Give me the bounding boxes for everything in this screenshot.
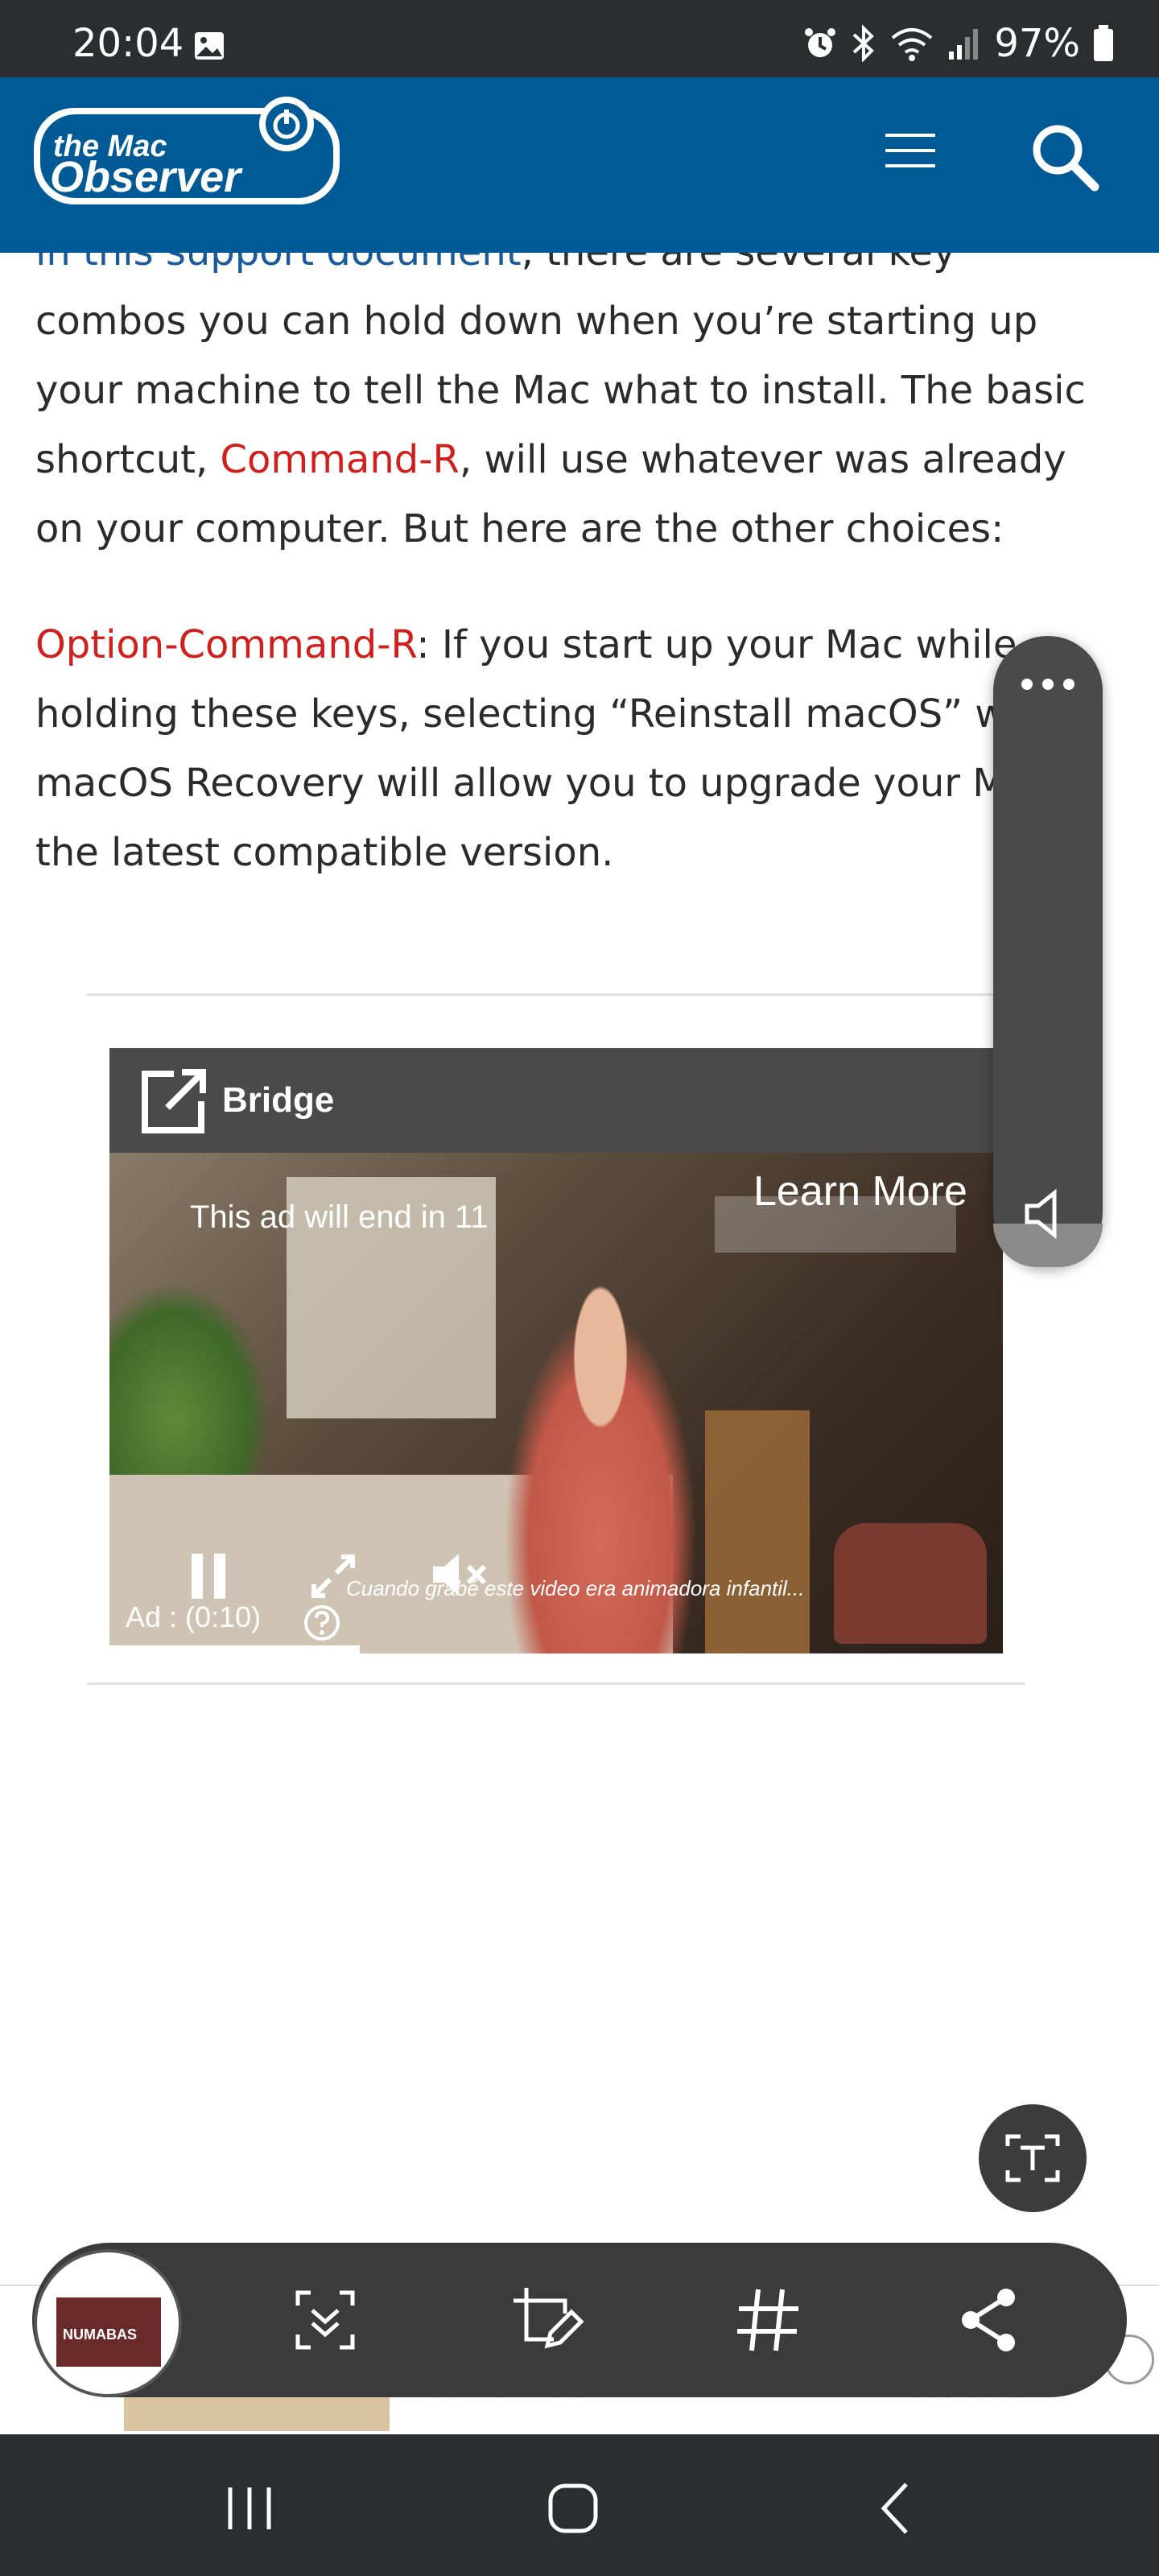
- signal-icon: [949, 29, 979, 60]
- back-icon[interactable]: [866, 2476, 930, 2541]
- home-icon[interactable]: [541, 2476, 605, 2541]
- ad-progress-bar: [109, 1645, 360, 1653]
- navigation-bar: [0, 2434, 1159, 2576]
- article-paragraph: Option-Command-R: If you start up your M…: [35, 622, 1102, 875]
- screenshot-toolbar: NUMABAS: [32, 2243, 1127, 2397]
- status-time: 20:04: [72, 21, 184, 66]
- screenshot-thumbnail[interactable]: NUMABAS: [34, 2249, 182, 2397]
- alarm-icon: [805, 28, 836, 57]
- svg-text:Observer: Observer: [50, 153, 243, 201]
- bluetooth-icon: [852, 25, 875, 62]
- floating-side-panel[interactable]: [993, 636, 1103, 1267]
- help-icon[interactable]: [303, 1604, 341, 1642]
- site-header: the Mac Observer: [0, 77, 1159, 253]
- command-r-link[interactable]: Command-R: [221, 437, 460, 482]
- ad-header: Bridge: [109, 1048, 1003, 1153]
- share-icon: [962, 2289, 1015, 2351]
- ad-top-divider: [87, 993, 1025, 996]
- video-ad[interactable]: Bridge This ad will end in 11 Learn More…: [109, 1048, 1003, 1653]
- share-button[interactable]: [950, 2281, 1027, 2359]
- option-command-r-link[interactable]: Option-Command-R: [35, 622, 416, 667]
- thumbnail-label: NUMABAS: [63, 2326, 137, 2343]
- battery-percent: 97%: [994, 21, 1080, 66]
- mute-icon[interactable]: [431, 1550, 489, 1599]
- status-indicators: 97%: [802, 21, 1114, 66]
- text-scan-icon: [1005, 2134, 1060, 2182]
- ad-bottom-divider: [87, 1682, 1025, 1685]
- ad-brand[interactable]: Bridge: [222, 1080, 334, 1121]
- extract-text-button[interactable]: [979, 2104, 1087, 2212]
- article-body: in this support document, there are seve…: [35, 217, 1114, 934]
- ad-caption: Cuando grabé este video era animadora in…: [346, 1576, 805, 1600]
- wifi-icon: [892, 28, 933, 61]
- recent-apps-icon[interactable]: [217, 2476, 282, 2541]
- volume-icon[interactable]: [1022, 1188, 1074, 1240]
- external-link-icon[interactable]: [138, 1066, 209, 1137]
- ad-countdown: This ad will end in 11: [190, 1199, 489, 1235]
- crop-edit-icon: [514, 2288, 584, 2349]
- article-paragraph: in this support document, there are seve…: [35, 217, 1114, 564]
- ad-duration: Ad : (0:10): [126, 1600, 262, 1633]
- learn-more-button[interactable]: Learn More: [753, 1167, 967, 1216]
- status-bar: 20:04 97%: [0, 0, 1159, 77]
- scroll-capture-button[interactable]: [287, 2281, 364, 2359]
- pause-icon[interactable]: [188, 1552, 229, 1600]
- battery-icon: [1094, 25, 1113, 61]
- mac-observer-logo[interactable]: the Mac Observer: [31, 90, 344, 211]
- expand-icon[interactable]: [309, 1552, 357, 1600]
- menu-icon[interactable]: [885, 134, 935, 167]
- more-options-icon[interactable]: [1019, 676, 1077, 692]
- scroll-capture-icon: [295, 2290, 355, 2350]
- image-icon: [195, 32, 224, 60]
- hashtag-icon: [737, 2289, 798, 2351]
- hashtag-button[interactable]: [729, 2281, 806, 2359]
- search-icon[interactable]: [1029, 121, 1101, 193]
- crop-edit-button[interactable]: [507, 2281, 584, 2359]
